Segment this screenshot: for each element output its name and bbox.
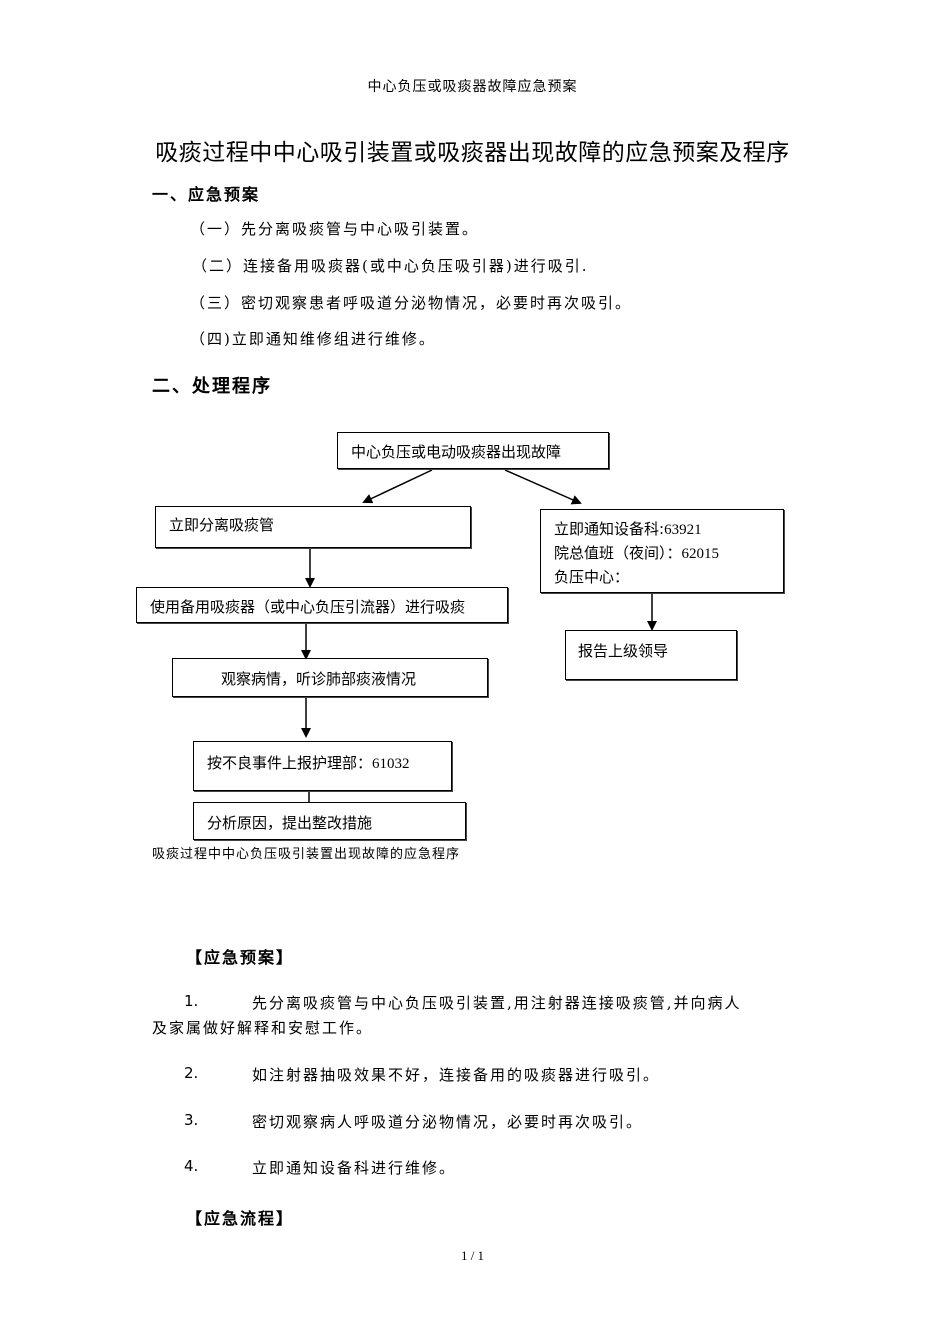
list-number: 2. <box>184 1064 199 1082</box>
list-text-continued: 及家属做好解释和安慰工作。 <box>152 1019 374 1037</box>
flow-box-disconnect-text: 立即分离吸痰管 <box>169 516 275 534</box>
flow-box-observe-text: 观察病情，听诊肺部痰液情况 <box>221 670 417 688</box>
flow-box-analyze: 分析原因，提出整改措施 <box>193 802 466 840</box>
emergency-flow-heading: 【应急流程】 <box>186 1209 295 1228</box>
arrow-top-to-left <box>362 469 433 504</box>
notify-line-night-duty: 院总值班（夜间）：62015 <box>554 542 719 563</box>
notify-line-vacuum-center: 负压中心： <box>554 568 630 586</box>
document-title: 吸痰过程中中心吸引装置或吸痰器出现故障的应急预案及程序 <box>155 140 790 166</box>
flow-box-observe: 观察病情，听诊肺部痰液情况 <box>172 658 488 697</box>
plan-item-1: （一）先分离吸痰管与中心吸引装置。 <box>190 220 480 238</box>
emergency-plan-heading: 【应急预案】 <box>186 948 295 967</box>
list-number: 1. <box>184 992 199 1010</box>
plan-item-4: （四)立即通知维修组进行维修。 <box>190 330 436 348</box>
flowchart-caption: 吸痰过程中中心负压吸引装置出现故障的应急程序 <box>152 847 461 862</box>
page-header: 中心负压或吸痰器故障应急预案 <box>367 79 578 95</box>
list-number: 4. <box>184 1157 199 1175</box>
flow-box-backup-suction: 使用备用吸痰器（或中心负压引流器）进行吸痰 <box>136 587 508 623</box>
section-heading-plan: 一、应急预案 <box>152 185 261 204</box>
flow-box-report-adverse: 按不良事件上报护理部：61032 <box>193 741 452 791</box>
report-adverse-label: 按不良事件上报护理部： <box>207 754 373 772</box>
list-text: 如注射器抽吸效果不好，连接备用的吸痰器进行吸引。 <box>252 1066 661 1084</box>
flow-box-fault: 中心负压或电动吸痰器出现故障 <box>337 432 609 469</box>
list-text: 先分离吸痰管与中心负压吸引装置,用注射器连接吸痰管,并向病人 <box>252 994 742 1012</box>
list-text: 立即通知设备科进行维修。 <box>252 1159 457 1177</box>
notify-line-equipment: 立即通知设备科:63921 <box>554 518 702 539</box>
equipment-dept-phone: 63921 <box>664 522 702 538</box>
flow-box-notify: 立即通知设备科:63921 院总值班（夜间）：62015 负压中心： <box>540 509 784 593</box>
flow-box-report-leader: 报告上级领导 <box>565 630 737 680</box>
arrow-top-to-right <box>504 469 582 505</box>
night-duty-label: 院总值班（夜间）： <box>554 544 682 562</box>
section-heading-procedure: 二、处理程序 <box>152 376 272 397</box>
plan-item-3: （三）密切观察患者呼吸道分泌物情况，必要时再次吸引。 <box>190 294 633 312</box>
nursing-dept-phone: 61032 <box>372 756 410 772</box>
plan-item-2: （二）连接备用吸痰器(或中心负压吸引器)进行吸引. <box>192 257 589 275</box>
page-number: 1 / 1 <box>460 1248 485 1263</box>
list-number: 3. <box>184 1111 199 1129</box>
flow-box-disconnect: 立即分离吸痰管 <box>155 506 471 548</box>
flow-box-report-adverse-text: 按不良事件上报护理部：61032 <box>207 752 410 773</box>
flow-box-analyze-text: 分析原因，提出整改措施 <box>207 814 373 832</box>
equipment-dept-label: 立即通知设备科: <box>554 520 665 538</box>
flow-box-backup-suction-text: 使用备用吸痰器（或中心负压引流器）进行吸痰 <box>150 598 466 616</box>
flow-box-fault-text: 中心负压或电动吸痰器出现故障 <box>351 443 562 461</box>
list-text: 密切观察病人呼吸道分泌物情况，必要时再次吸引。 <box>252 1113 644 1131</box>
night-duty-phone: 62015 <box>681 546 720 562</box>
flow-box-report-leader-text: 报告上级领导 <box>578 642 669 660</box>
